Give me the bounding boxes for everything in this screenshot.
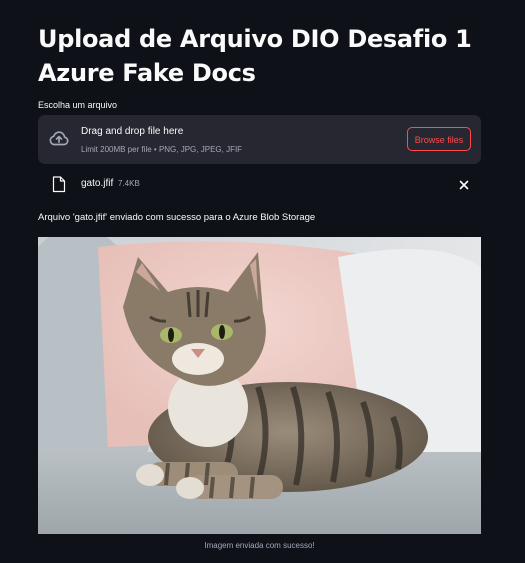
close-icon[interactable] — [457, 178, 471, 192]
uploaded-file-item: gato.jfif 7.4KB — [38, 172, 481, 198]
uploaded-image — [38, 237, 481, 534]
dropzone-subtitle: Limit 200MB per file • PNG, JPG, JPEG, J… — [81, 145, 243, 154]
uploaded-file-size: 7.4KB — [118, 179, 140, 188]
dropzone-title: Drag and drop file here — [81, 126, 184, 137]
file-icon — [52, 176, 66, 193]
uploader-label: Escolha um arquivo — [38, 100, 118, 110]
browse-files-button[interactable]: Browse files — [407, 127, 471, 151]
image-caption: Imagem enviada com sucesso! — [204, 541, 315, 550]
upload-success-message: Arquivo 'gato.jfif' enviado com sucesso … — [38, 212, 316, 223]
page-title: Upload de Arquivo DIO Desafio 1 Azure Fa… — [38, 25, 472, 87]
file-dropzone[interactable]: Drag and drop file here Limit 200MB per … — [38, 115, 481, 164]
cloud-upload-icon — [49, 131, 69, 146]
uploaded-file-name: gato.jfif — [81, 178, 114, 189]
